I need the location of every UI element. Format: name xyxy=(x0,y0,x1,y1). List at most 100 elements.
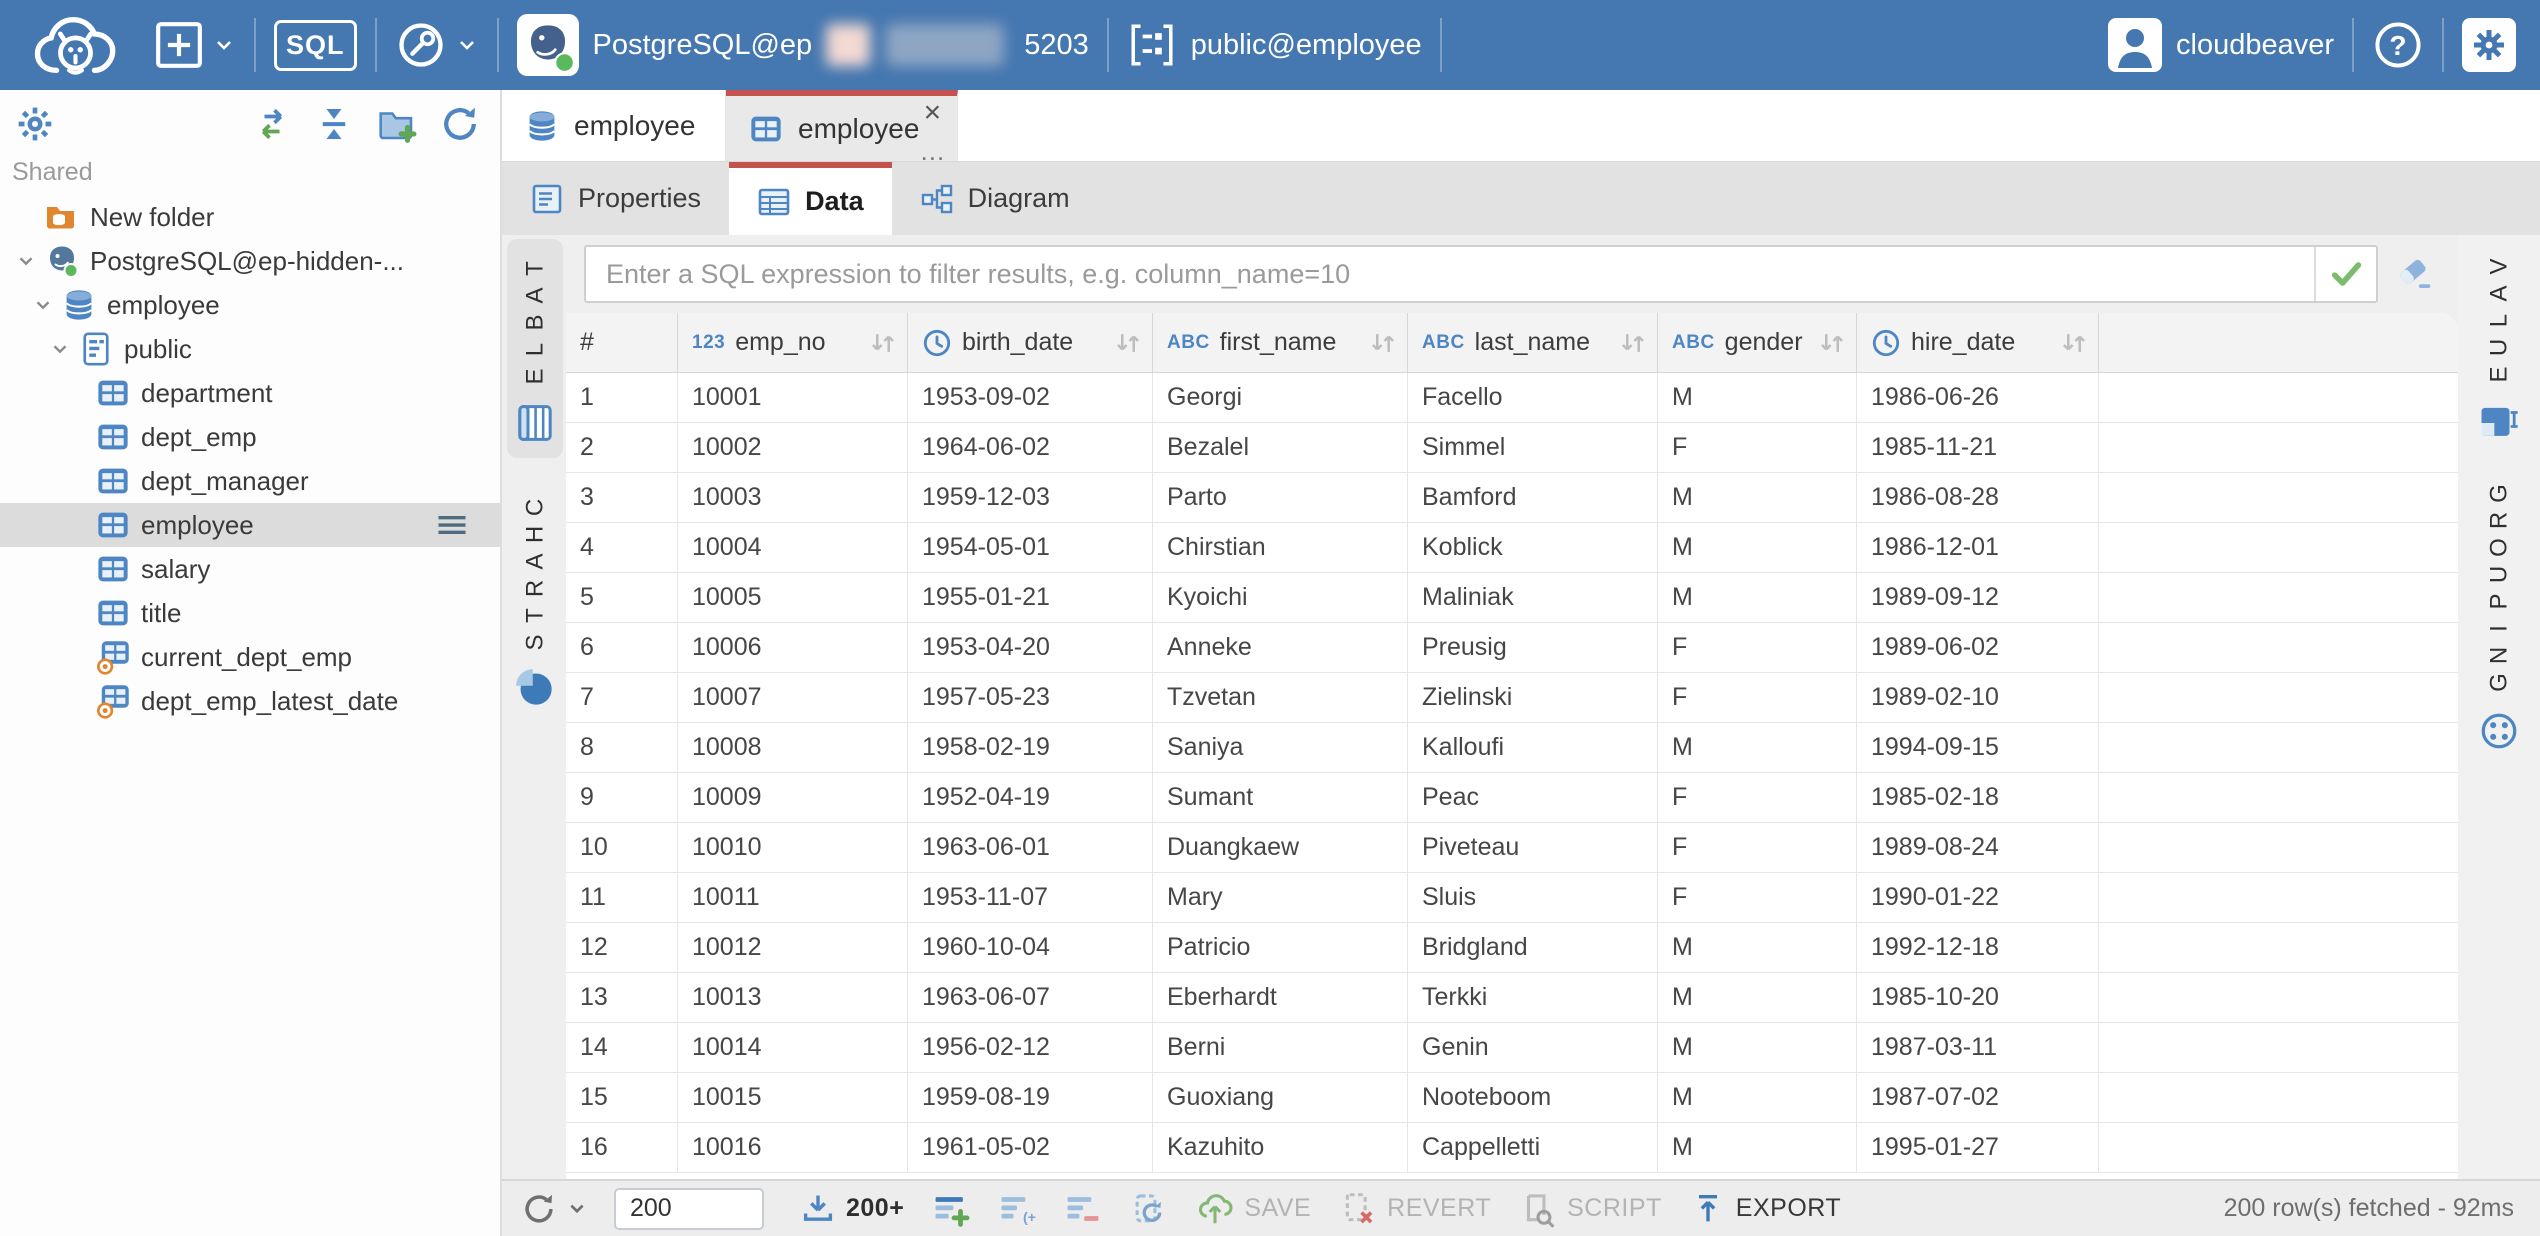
tab-menu-icon[interactable]: … xyxy=(919,142,945,160)
data-cell[interactable]: F xyxy=(1658,773,1857,822)
data-cell[interactable]: F xyxy=(1658,673,1857,722)
data-cell[interactable]: 10006 xyxy=(678,623,908,672)
sort-arrows-icon[interactable] xyxy=(1369,329,1397,357)
add-row-button[interactable] xyxy=(932,1190,970,1228)
refresh-document-button[interactable] xyxy=(1130,1190,1168,1228)
data-cell[interactable]: Anneke xyxy=(1153,623,1408,672)
data-cell[interactable]: Sluis xyxy=(1408,873,1658,922)
data-cell[interactable]: 1989-06-02 xyxy=(1857,623,2099,672)
apply-filter-button[interactable] xyxy=(2314,247,2376,301)
data-cell[interactable]: 10009 xyxy=(678,773,908,822)
data-cell[interactable]: 1990-01-22 xyxy=(1857,873,2099,922)
data-cell[interactable]: Georgi xyxy=(1153,373,1408,422)
data-cell[interactable]: 1953-04-20 xyxy=(908,623,1153,672)
data-cell[interactable]: 10004 xyxy=(678,523,908,572)
data-cell[interactable]: Bridgland xyxy=(1408,923,1658,972)
fetch-size-input[interactable] xyxy=(614,1188,764,1230)
tab-employee-database[interactable]: employee xyxy=(502,90,726,161)
data-cell[interactable]: M xyxy=(1658,473,1857,522)
tree-item[interactable]: dept_manager xyxy=(0,459,500,503)
data-cell[interactable]: Patricio xyxy=(1153,923,1408,972)
data-cell[interactable]: 1952-04-19 xyxy=(908,773,1153,822)
duplicate-row-button[interactable]: (+) xyxy=(998,1190,1036,1228)
column-header[interactable]: ABC last_name xyxy=(1408,313,1658,372)
data-cell[interactable]: F xyxy=(1658,873,1857,922)
data-cell[interactable]: 10005 xyxy=(678,573,908,622)
chevron-down-icon[interactable] xyxy=(44,338,76,360)
data-cell[interactable]: 1955-01-21 xyxy=(908,573,1153,622)
data-cell[interactable]: 1985-02-18 xyxy=(1857,773,2099,822)
data-cell[interactable]: 1959-08-19 xyxy=(908,1073,1153,1122)
data-cell[interactable]: 10014 xyxy=(678,1023,908,1072)
data-cell[interactable]: 1954-05-01 xyxy=(908,523,1153,572)
sort-arrows-icon[interactable] xyxy=(1114,329,1142,357)
panel-tab-grouping[interactable]: GROUPING xyxy=(2478,480,2520,752)
data-cell[interactable]: 1953-09-02 xyxy=(908,373,1153,422)
data-cell[interactable]: 10016 xyxy=(678,1123,908,1172)
revert-button[interactable]: REVERT xyxy=(1339,1190,1491,1228)
tab-diagram[interactable]: Diagram xyxy=(892,162,1098,235)
data-cell[interactable]: Sumant xyxy=(1153,773,1408,822)
user-avatar-icon[interactable] xyxy=(2108,18,2162,72)
sql-editor-button[interactable]: SQL xyxy=(274,20,357,71)
data-cell[interactable]: 1994-09-15 xyxy=(1857,723,2099,772)
data-cell[interactable]: M xyxy=(1658,373,1857,422)
data-cell[interactable]: 10008 xyxy=(678,723,908,772)
data-cell[interactable]: Peac xyxy=(1408,773,1658,822)
data-cell[interactable]: 10002 xyxy=(678,423,908,472)
data-cell[interactable]: Cappelletti xyxy=(1408,1123,1658,1172)
row-menu-icon[interactable] xyxy=(434,507,470,543)
data-cell[interactable]: M xyxy=(1658,523,1857,572)
data-cell[interactable]: 1987-03-11 xyxy=(1857,1023,2099,1072)
data-cell[interactable]: Guoxiang xyxy=(1153,1073,1408,1122)
data-cell[interactable]: F xyxy=(1658,823,1857,872)
data-cell[interactable]: Facello xyxy=(1408,373,1658,422)
tree-item[interactable]: employee xyxy=(0,283,500,327)
close-tab-icon[interactable]: × xyxy=(924,100,942,126)
data-cell[interactable]: 1958-02-19 xyxy=(908,723,1153,772)
data-cell[interactable]: 1987-07-02 xyxy=(1857,1073,2099,1122)
data-cell[interactable]: Kyoichi xyxy=(1153,573,1408,622)
panel-tab-value[interactable]: VALUE xyxy=(2478,253,2520,444)
data-cell[interactable]: Saniya xyxy=(1153,723,1408,772)
data-cell[interactable]: 1956-02-12 xyxy=(908,1023,1153,1072)
tree-item[interactable]: current_dept_emp xyxy=(0,635,500,679)
tree-item[interactable]: dept_emp xyxy=(0,415,500,459)
data-cell[interactable]: F xyxy=(1658,423,1857,472)
fetch-next-page-button[interactable]: 200+ xyxy=(800,1191,904,1227)
data-cell[interactable]: Genin xyxy=(1408,1023,1658,1072)
data-cell[interactable]: 1959-12-03 xyxy=(908,473,1153,522)
data-cell[interactable]: 1995-01-27 xyxy=(1857,1123,2099,1172)
data-cell[interactable]: Eberhardt xyxy=(1153,973,1408,1022)
data-cell[interactable]: 1992-12-18 xyxy=(1857,923,2099,972)
sort-arrows-icon[interactable] xyxy=(1619,329,1647,357)
tab-employee-table[interactable]: employee × … xyxy=(726,90,958,161)
script-button[interactable]: SCRIPT xyxy=(1519,1190,1662,1228)
driver-tools-button[interactable] xyxy=(395,19,479,71)
data-cell[interactable]: 1985-11-21 xyxy=(1857,423,2099,472)
data-cell[interactable]: 10007 xyxy=(678,673,908,722)
data-cell[interactable]: Preusig xyxy=(1408,623,1658,672)
chevron-down-icon[interactable] xyxy=(10,250,42,272)
data-cell[interactable]: M xyxy=(1658,1073,1857,1122)
chevron-down-icon[interactable] xyxy=(27,294,59,316)
data-cell[interactable]: 1986-12-01 xyxy=(1857,523,2099,572)
tree-item[interactable]: employee xyxy=(0,503,500,547)
data-cell[interactable]: 10012 xyxy=(678,923,908,972)
delete-row-button[interactable] xyxy=(1064,1190,1102,1228)
settings-gear-icon[interactable] xyxy=(2462,18,2516,72)
data-cell[interactable]: Chirstian xyxy=(1153,523,1408,572)
data-cell[interactable]: M xyxy=(1658,973,1857,1022)
data-cell[interactable]: 10010 xyxy=(678,823,908,872)
data-cell[interactable]: 10011 xyxy=(678,873,908,922)
data-cell[interactable]: Bezalel xyxy=(1153,423,1408,472)
data-cell[interactable]: Nooteboom xyxy=(1408,1073,1658,1122)
data-cell[interactable]: 1964-06-02 xyxy=(908,423,1153,472)
data-cell[interactable]: Mary xyxy=(1153,873,1408,922)
presentation-tab-table[interactable]: TABLE xyxy=(507,239,563,458)
data-cell[interactable]: M xyxy=(1658,923,1857,972)
data-cell[interactable]: 10001 xyxy=(678,373,908,422)
tree-item[interactable]: department xyxy=(0,371,500,415)
data-cell[interactable]: M xyxy=(1658,723,1857,772)
data-cell[interactable]: M xyxy=(1658,573,1857,622)
